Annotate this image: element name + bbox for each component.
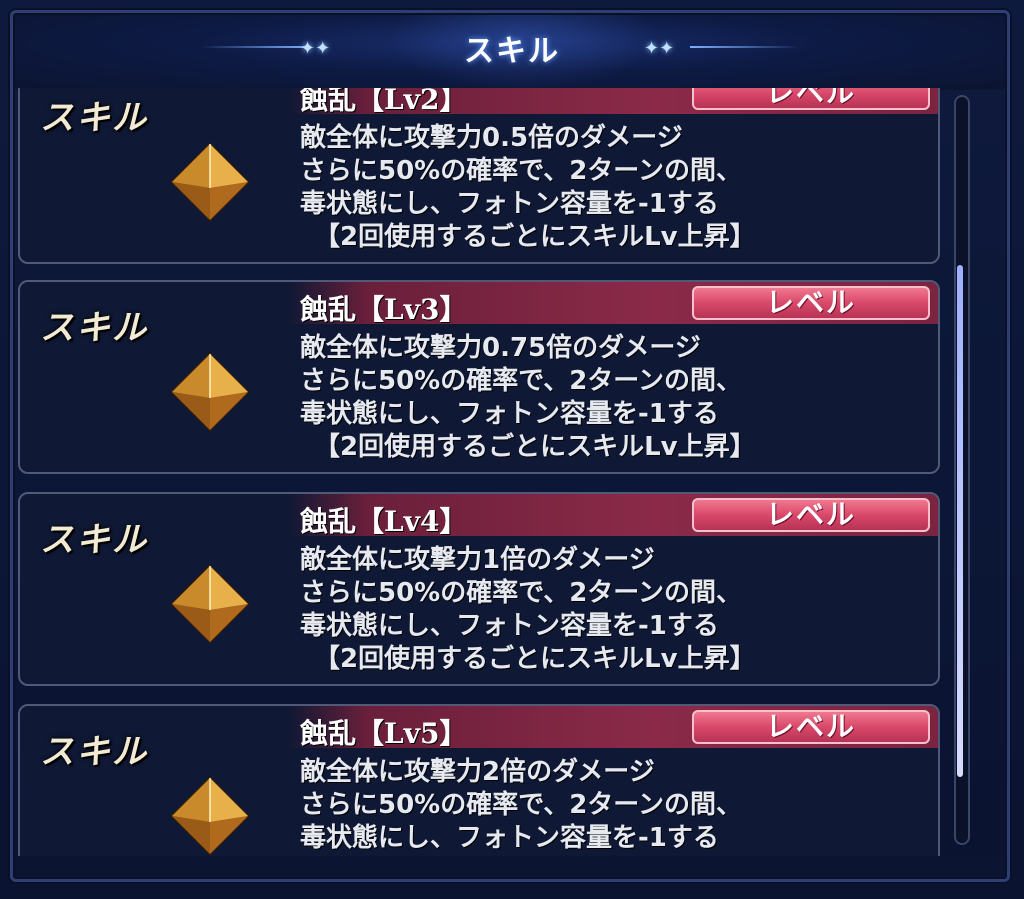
- window-border: [10, 10, 1010, 882]
- skill-window: ✦✦ ✦✦ スキル スキル 蝕乱【Lv2】 レベル 敵全体に攻撃力0.5倍のダメ…: [0, 0, 1024, 899]
